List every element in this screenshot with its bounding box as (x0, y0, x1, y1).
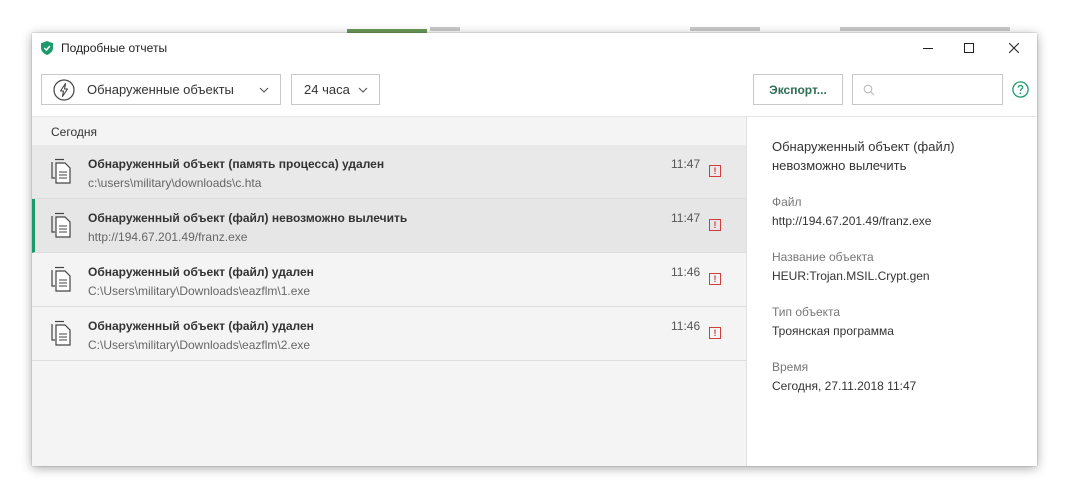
event-title: Обнаруженный объект (память процесса) уд… (88, 157, 385, 171)
objects-filter-label: Обнаруженные объекты (87, 82, 234, 97)
warning-icon: ! (709, 219, 721, 231)
toolbar: Обнаруженные объекты 24 часа Экспорт... (32, 63, 1037, 117)
object-type-label: Тип объекта (772, 305, 841, 319)
event-time: 11:46 (671, 319, 701, 333)
group-header-today: Сегодня (51, 125, 97, 139)
minimize-icon (923, 48, 933, 49)
event-time: 11:46 (671, 265, 701, 279)
file-label: Файл (772, 195, 802, 209)
event-row[interactable]: Обнаруженный объект (файл) удален C:\Use… (32, 307, 746, 361)
details-title: Обнаруженный объект (файл) невозможно вы… (772, 139, 955, 173)
warning-icon: ! (709, 327, 721, 339)
event-title: Обнаруженный объект (файл) удален (88, 319, 314, 333)
event-row-selected[interactable]: Обнаруженный объект (файл) невозможно вы… (32, 199, 746, 253)
chevron-down-icon (259, 87, 269, 93)
export-button[interactable]: Экспорт... (753, 74, 843, 105)
event-title: Обнаруженный объект (файл) удален (88, 265, 314, 279)
event-time: 11:47 (671, 157, 701, 171)
background-fragment (840, 27, 1010, 31)
event-path: C:\Users\military\Downloads\eazflm\2.exe (88, 338, 311, 352)
shield-icon (41, 41, 53, 55)
close-button[interactable] (991, 33, 1037, 63)
file-value: http://194.67.201.49/franz.exe (772, 214, 932, 228)
period-filter-dropdown[interactable]: 24 часа (291, 74, 380, 105)
minimize-button[interactable] (905, 33, 951, 63)
search-input[interactable] (881, 82, 1001, 97)
window-title: Подробные отчеты (61, 41, 168, 55)
objects-filter-dropdown[interactable]: Обнаруженные объекты (41, 74, 281, 105)
time-label: Время (772, 360, 809, 374)
lightning-circle-icon (53, 78, 75, 101)
file-copy-icon (51, 320, 71, 346)
reports-window: Подробные отчеты Обнаруженные объекты 24… (32, 33, 1037, 466)
maximize-icon (964, 43, 974, 53)
warning-icon: ! (709, 273, 721, 285)
maximize-button[interactable] (946, 33, 992, 63)
event-row[interactable]: Обнаруженный объект (память процесса) уд… (32, 145, 746, 199)
chevron-down-icon (358, 87, 368, 93)
background-fragment (430, 27, 460, 31)
pane-divider (746, 117, 747, 466)
title-bar[interactable]: Подробные отчеты (32, 33, 1037, 63)
time-value: Сегодня, 27.11.2018 11:47 (772, 379, 917, 393)
event-title: Обнаруженный объект (файл) невозможно вы… (88, 211, 408, 225)
event-path: http://194.67.201.49/franz.exe (88, 230, 248, 244)
file-copy-icon (51, 158, 71, 184)
event-path: c:\users\military\downloads\c.hta (88, 176, 262, 190)
search-box[interactable] (852, 74, 1003, 105)
object-type-value: Троянская программа (772, 324, 894, 338)
file-copy-icon (51, 212, 71, 238)
file-copy-icon (51, 266, 71, 292)
search-icon (863, 84, 875, 95)
background-fragment (690, 27, 760, 31)
period-filter-label: 24 часа (304, 82, 350, 97)
object-name-value: HEUR:Trojan.MSIL.Crypt.gen (772, 269, 930, 283)
event-path: C:\Users\military\Downloads\eazflm\1.exe (88, 284, 311, 298)
object-name-label: Название объекта (772, 250, 874, 264)
close-icon (1009, 43, 1019, 53)
help-icon[interactable] (1012, 81, 1029, 98)
event-time: 11:47 (671, 211, 701, 225)
warning-icon: ! (709, 165, 721, 177)
events-list: Сегодня Обнаруженный объект (память проц… (32, 117, 746, 466)
event-row[interactable]: Обнаруженный объект (файл) удален C:\Use… (32, 253, 746, 307)
